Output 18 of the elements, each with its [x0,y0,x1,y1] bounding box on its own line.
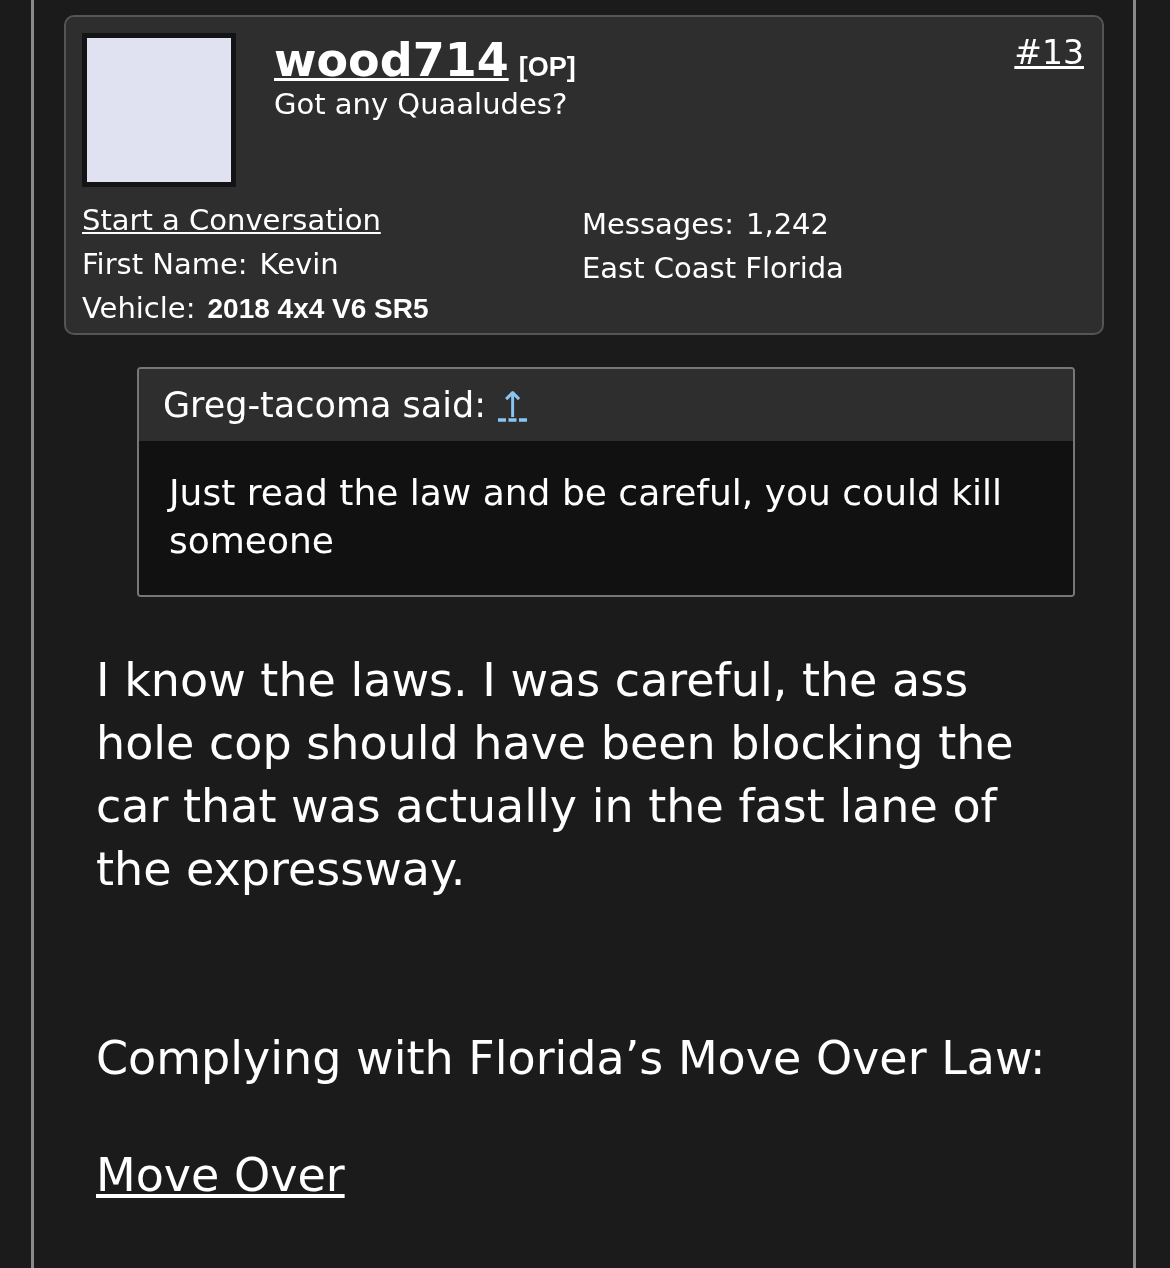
field-value: 1,242 [746,207,829,241]
field-label: Messages: [582,207,734,241]
jump-link[interactable]: ↑ [498,385,528,425]
move-over-link[interactable]: Move Over [96,1148,345,1202]
start-conversation-link[interactable]: Start a Conversation [82,203,582,237]
field-label: First Name: [82,247,248,281]
field-value: Kevin [259,247,339,281]
post-number-link[interactable]: #13 [1014,33,1084,72]
user-title: Got any Quaaludes? [274,87,569,121]
post-text: Complying with Florida’s Move Over Law: [96,1030,1047,1087]
field-value: 2018 4x4 V6 SR5 [207,293,429,325]
post-text: I know the laws. I was careful, the ass hole cop should have been blocking the car that was actually in the fast lane of the expressway. [96,652,1015,898]
username-link[interactable]: wood714 [274,33,509,87]
quote-author: Greg-tacoma said: [163,385,487,425]
field-value: East Coast Florida [582,251,844,285]
op-label: [OP] [518,52,576,83]
quote-text: Just read the law and be careful, you could kill someone [169,471,1004,563]
field-label: Vehicle: [82,291,196,325]
